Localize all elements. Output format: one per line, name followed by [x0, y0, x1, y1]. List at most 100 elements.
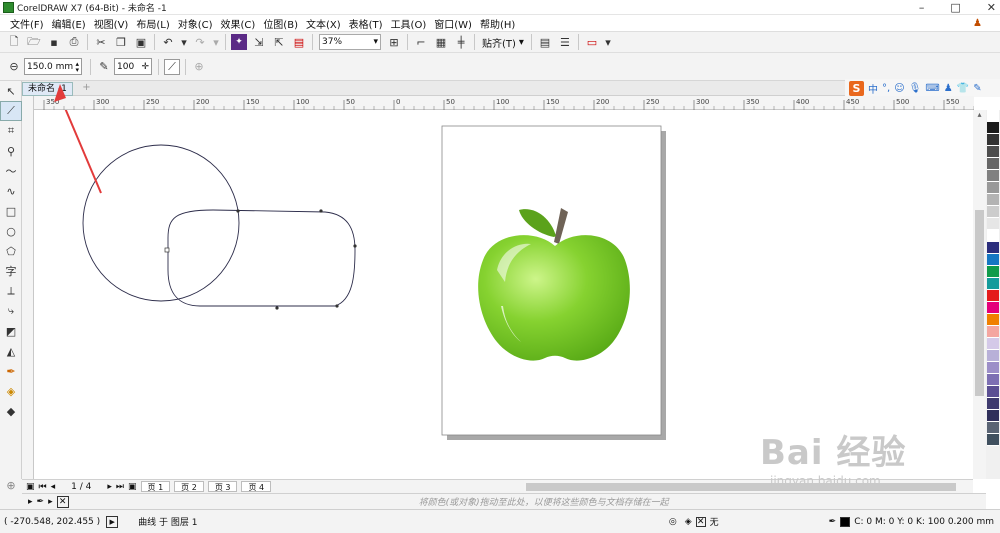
plus-minus-icon[interactable]: ✛ — [141, 62, 149, 72]
curve-node[interactable] — [236, 209, 240, 213]
color-swatch[interactable] — [987, 386, 999, 398]
application-launcher-icon[interactable]: ☰ — [557, 34, 573, 50]
color-swatch[interactable] — [987, 326, 999, 338]
punctuation-icon[interactable]: °, — [882, 83, 890, 94]
parallel-dimension-icon[interactable]: ⟂ — [0, 281, 22, 301]
menu-bitmaps[interactable]: 位图(B) — [259, 16, 302, 31]
color-swatch[interactable] — [987, 242, 999, 254]
curve-node[interactable] — [275, 306, 279, 310]
page-tab-4[interactable]: 页 4 — [241, 481, 272, 492]
color-swatch[interactable] — [987, 410, 999, 422]
paste-icon[interactable]: ▣ — [133, 34, 149, 50]
color-swatch[interactable] — [987, 158, 999, 170]
play-icon[interactable]: ▶ — [106, 515, 119, 528]
color-swatch[interactable] — [987, 170, 999, 182]
artistic-media-icon[interactable]: ∿ — [0, 181, 22, 201]
color-swatch[interactable] — [987, 362, 999, 374]
ime-language[interactable]: 中 — [868, 81, 878, 96]
opacity-field[interactable]: 100 ✛ — [114, 58, 152, 75]
color-swatch[interactable] — [987, 122, 999, 134]
menu-object[interactable]: 对象(C) — [174, 16, 217, 31]
vertical-ruler[interactable] — [22, 96, 34, 479]
color-swatch[interactable] — [987, 110, 999, 122]
color-swatch[interactable] — [987, 374, 999, 386]
show-guidelines-icon[interactable]: ╪ — [453, 34, 469, 50]
last-page-icon[interactable]: ⏭ — [116, 482, 124, 492]
size-field[interactable]: 150.0 mm ▴ ▾ — [24, 58, 82, 75]
crop-tool-icon[interactable]: ⌗ — [0, 121, 22, 141]
color-swatch[interactable] — [987, 338, 999, 350]
prev-page-icon[interactable]: ◂ — [51, 482, 56, 492]
scroll-up-icon[interactable]: ▴ — [973, 110, 986, 119]
color-swatch[interactable] — [987, 314, 999, 326]
print-icon[interactable]: ⎙ — [66, 34, 82, 50]
color-swatch[interactable] — [987, 254, 999, 266]
options-icon[interactable]: ▤ — [537, 34, 553, 50]
close-button[interactable]: ✕ — [987, 0, 996, 15]
menu-text[interactable]: 文本(X) — [302, 16, 345, 31]
curve-node[interactable] — [319, 209, 323, 213]
menu-help[interactable]: 帮助(H) — [476, 16, 519, 31]
curve-node[interactable] — [335, 304, 339, 308]
no-color-swatch-icon[interactable]: ✕ — [56, 495, 69, 508]
add-tool-icon[interactable]: ⊕ — [0, 479, 22, 492]
shape-tool-icon[interactable]: ⟋ — [0, 101, 22, 121]
smart-fill-icon[interactable]: ◆ — [0, 401, 22, 421]
menu-layout[interactable]: 布局(L) — [132, 16, 173, 31]
save-icon[interactable]: ▪ — [46, 34, 62, 50]
new-document-icon[interactable]: 🗋 — [6, 34, 22, 50]
polygon-tool-icon[interactable]: ⬠ — [0, 241, 22, 261]
color-swatch[interactable] — [987, 134, 999, 146]
menu-table[interactable]: 表格(T) — [345, 16, 387, 31]
outline-pen-icon[interactable]: ✒ — [829, 517, 837, 527]
color-proofing-icon[interactable]: ◎ — [669, 517, 677, 527]
eyedropper-icon[interactable]: ✒ — [37, 497, 45, 507]
cut-icon[interactable]: ✂ — [93, 34, 109, 50]
display-icon[interactable]: ▭ — [584, 34, 600, 50]
color-swatch[interactable] — [987, 182, 999, 194]
drop-shadow-icon[interactable]: ◩ — [0, 321, 22, 341]
show-grid-icon[interactable]: ▦ — [433, 34, 449, 50]
skin-icon[interactable]: 👕 — [957, 83, 969, 94]
undo-icon[interactable]: ↶ — [160, 34, 176, 50]
add-page-icon[interactable]: ▣ — [128, 482, 137, 492]
add-icon[interactable]: ⊕ — [191, 59, 207, 75]
palette-arrow-icon[interactable]: ▸ — [28, 497, 33, 507]
color-swatch[interactable] — [987, 266, 999, 278]
menu-tools[interactable]: 工具(O) — [387, 16, 431, 31]
redo-icon[interactable]: ↷ — [192, 34, 208, 50]
publish-pdf-icon[interactable]: ▤ — [291, 34, 307, 50]
color-swatch[interactable] — [987, 278, 999, 290]
menu-effects[interactable]: 效果(C) — [217, 16, 260, 31]
color-eyedropper-icon[interactable]: ✒ — [0, 361, 22, 381]
user-center-icon[interactable]: ♟ — [944, 83, 953, 94]
palette-menu-icon[interactable]: ▸ — [48, 497, 53, 507]
menu-view[interactable]: 视图(V) — [90, 16, 133, 31]
color-swatch[interactable] — [987, 350, 999, 362]
page-settings-icon[interactable]: ▣ — [26, 482, 35, 492]
interactive-fill-icon[interactable]: ◈ — [0, 381, 22, 401]
tools-icon[interactable]: ✎ — [973, 83, 981, 94]
horizontal-ruler[interactable]: 350 300 250 200 150 100 50 0 50 100 150 200 250 300 35… — [34, 96, 985, 110]
text-tool-icon[interactable]: 字 — [0, 261, 22, 281]
undo-dropdown-icon[interactable]: ▾ — [180, 34, 188, 50]
color-swatch[interactable] — [987, 230, 999, 242]
transparency-icon[interactable]: ◭ — [0, 341, 22, 361]
page-tab-3[interactable]: 页 3 — [207, 481, 238, 492]
color-swatch[interactable] — [987, 194, 999, 206]
microphone-icon[interactable]: 🎙 — [909, 83, 922, 94]
freehand-tool-icon[interactable]: 〜 — [0, 161, 22, 181]
rectangle-tool-icon[interactable]: □ — [0, 201, 22, 221]
display-dropdown-icon[interactable]: ▾ — [604, 34, 612, 50]
rounded-rect-curve[interactable] — [167, 209, 356, 307]
stepper-icon[interactable]: ▴ ▾ — [75, 60, 79, 73]
zoom-tool-icon[interactable]: ⚲ — [0, 141, 22, 161]
copy-icon[interactable]: ❐ — [113, 34, 129, 50]
color-swatch[interactable] — [987, 218, 999, 230]
circle-curve[interactable] — [82, 144, 240, 302]
scroll-thumb[interactable] — [975, 210, 984, 396]
fill-bucket-icon[interactable]: ◈ — [685, 517, 692, 527]
menu-edit[interactable]: 编辑(E) — [48, 16, 90, 31]
snap-to-dropdown[interactable]: 贴齐(T) ▾ — [478, 35, 528, 50]
minimize-button[interactable]: – — [919, 0, 925, 15]
